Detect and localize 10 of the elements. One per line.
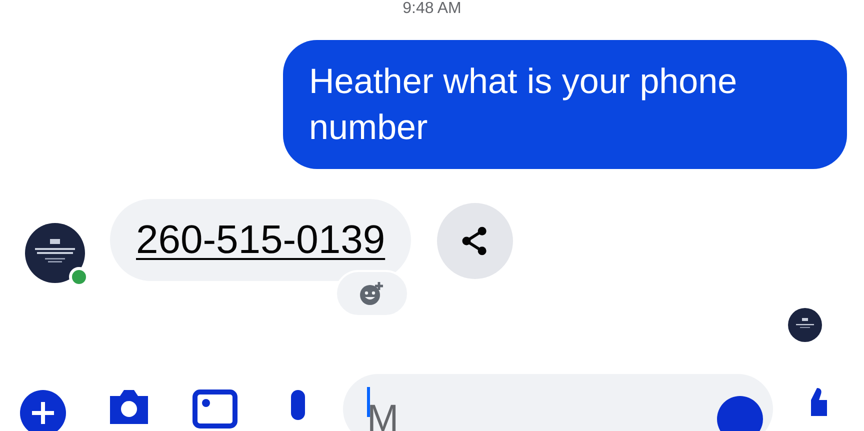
avatar-icon: [25, 223, 85, 283]
text-cursor: [367, 387, 370, 417]
message-field[interactable]: M: [343, 374, 773, 431]
sent-message: Heather what is your phone number: [283, 40, 847, 169]
plus-icon[interactable]: [20, 390, 66, 431]
phone-number-link[interactable]: 260-515-0139: [110, 199, 412, 281]
emoji-add-icon: [359, 280, 386, 306]
timestamp: 9:48 AM: [402, 0, 462, 18]
image-icon[interactable]: [192, 389, 238, 429]
seen-avatar-icon: [788, 308, 822, 342]
